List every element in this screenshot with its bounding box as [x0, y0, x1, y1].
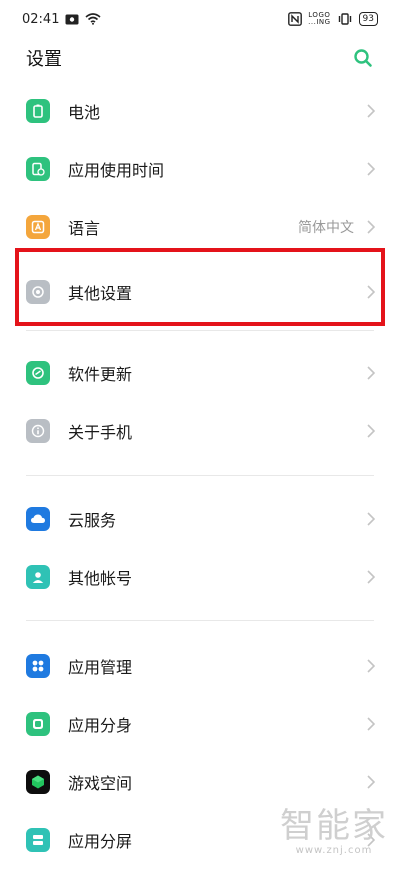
app-clone-icon	[26, 712, 50, 736]
watermark: 智能家 www.znj.com	[280, 807, 388, 856]
settings-item-label: 应用使用时间	[68, 161, 165, 180]
settings-item-game-space[interactable]: 游戏空间	[0, 753, 400, 811]
section-divider	[26, 330, 374, 331]
settings-item-label: 关于手机	[68, 423, 133, 442]
logo-bottom: ...ING	[308, 18, 331, 26]
chevron-right-icon	[366, 219, 376, 235]
chevron-right-icon	[366, 569, 376, 585]
status-time: 02:41	[22, 11, 60, 27]
account-icon	[26, 565, 50, 589]
settings-item-about-phone[interactable]: 关于手机	[0, 402, 400, 460]
nfc-icon	[288, 12, 303, 26]
status-left: 02:41	[22, 12, 101, 27]
settings-item-software-update[interactable]: 软件更新	[0, 344, 400, 402]
settings-item-label: 其他设置	[68, 284, 133, 303]
cloud-icon	[26, 507, 50, 531]
language-value: 简体中文	[298, 220, 354, 236]
battery-indicator: 93	[358, 12, 378, 26]
split-screen-icon	[26, 828, 50, 852]
chevron-right-icon	[366, 423, 376, 439]
game-space-icon	[26, 770, 50, 794]
status-right: LOGO ...ING 93	[288, 12, 378, 26]
settings-item-other-accounts[interactable]: 其他帐号	[0, 548, 400, 606]
watermark-main: 智能家	[280, 806, 388, 846]
chevron-right-icon	[366, 284, 376, 300]
language-icon	[26, 215, 50, 239]
battery-icon	[26, 99, 50, 123]
settings-item-label: 云服务	[68, 511, 117, 530]
header: 设置	[0, 38, 400, 78]
status-bar: 02:41 LOGO ...ING 93	[0, 0, 400, 38]
settings-item-label: 其他帐号	[68, 569, 133, 588]
chevron-right-icon	[366, 511, 376, 527]
settings-item-label: 语言	[68, 219, 101, 238]
section-divider	[26, 475, 374, 476]
search-icon	[354, 49, 372, 67]
message-icon	[65, 14, 79, 25]
settings-item-app-clone[interactable]: 应用分身	[0, 695, 400, 753]
watermark-url: www.znj.com	[295, 845, 373, 856]
other-settings-icon	[26, 280, 50, 304]
vibrate-icon	[337, 13, 353, 25]
chevron-right-icon	[366, 658, 376, 674]
chevron-right-icon	[366, 365, 376, 381]
settings-item-label: 游戏空间	[68, 774, 133, 793]
section-divider	[26, 620, 374, 621]
chevron-right-icon	[366, 774, 376, 790]
info-icon	[26, 419, 50, 443]
settings-item-app-management[interactable]: 应用管理	[0, 637, 400, 695]
operator-logo: LOGO ...ING	[308, 12, 330, 26]
settings-section-3: 云服务 其他帐号	[0, 490, 400, 606]
settings-section-1: 电池 应用使用时间 语言 简体中文 其他设置	[0, 82, 400, 328]
settings-item-cloud-service[interactable]: 云服务	[0, 490, 400, 548]
settings-item-other-settings[interactable]: 其他设置	[0, 256, 400, 328]
settings-item-battery[interactable]: 电池	[0, 82, 400, 140]
update-icon	[26, 361, 50, 385]
hourglass-icon	[26, 157, 50, 181]
search-button[interactable]	[351, 46, 375, 70]
chevron-right-icon	[366, 161, 376, 177]
settings-item-app-usage-time[interactable]: 应用使用时间	[0, 140, 400, 198]
settings-item-label: 软件更新	[68, 365, 133, 384]
wifi-icon	[85, 13, 101, 25]
settings-item-label: 电池	[68, 103, 101, 122]
settings-item-label: 应用分身	[68, 716, 133, 735]
settings-item-language[interactable]: 语言 简体中文	[0, 198, 400, 256]
chevron-right-icon	[366, 716, 376, 732]
apps-icon	[26, 654, 50, 678]
chevron-right-icon	[366, 103, 376, 119]
page-title: 设置	[26, 49, 62, 70]
settings-item-label: 应用管理	[68, 658, 133, 677]
settings-section-2: 软件更新 关于手机	[0, 344, 400, 460]
